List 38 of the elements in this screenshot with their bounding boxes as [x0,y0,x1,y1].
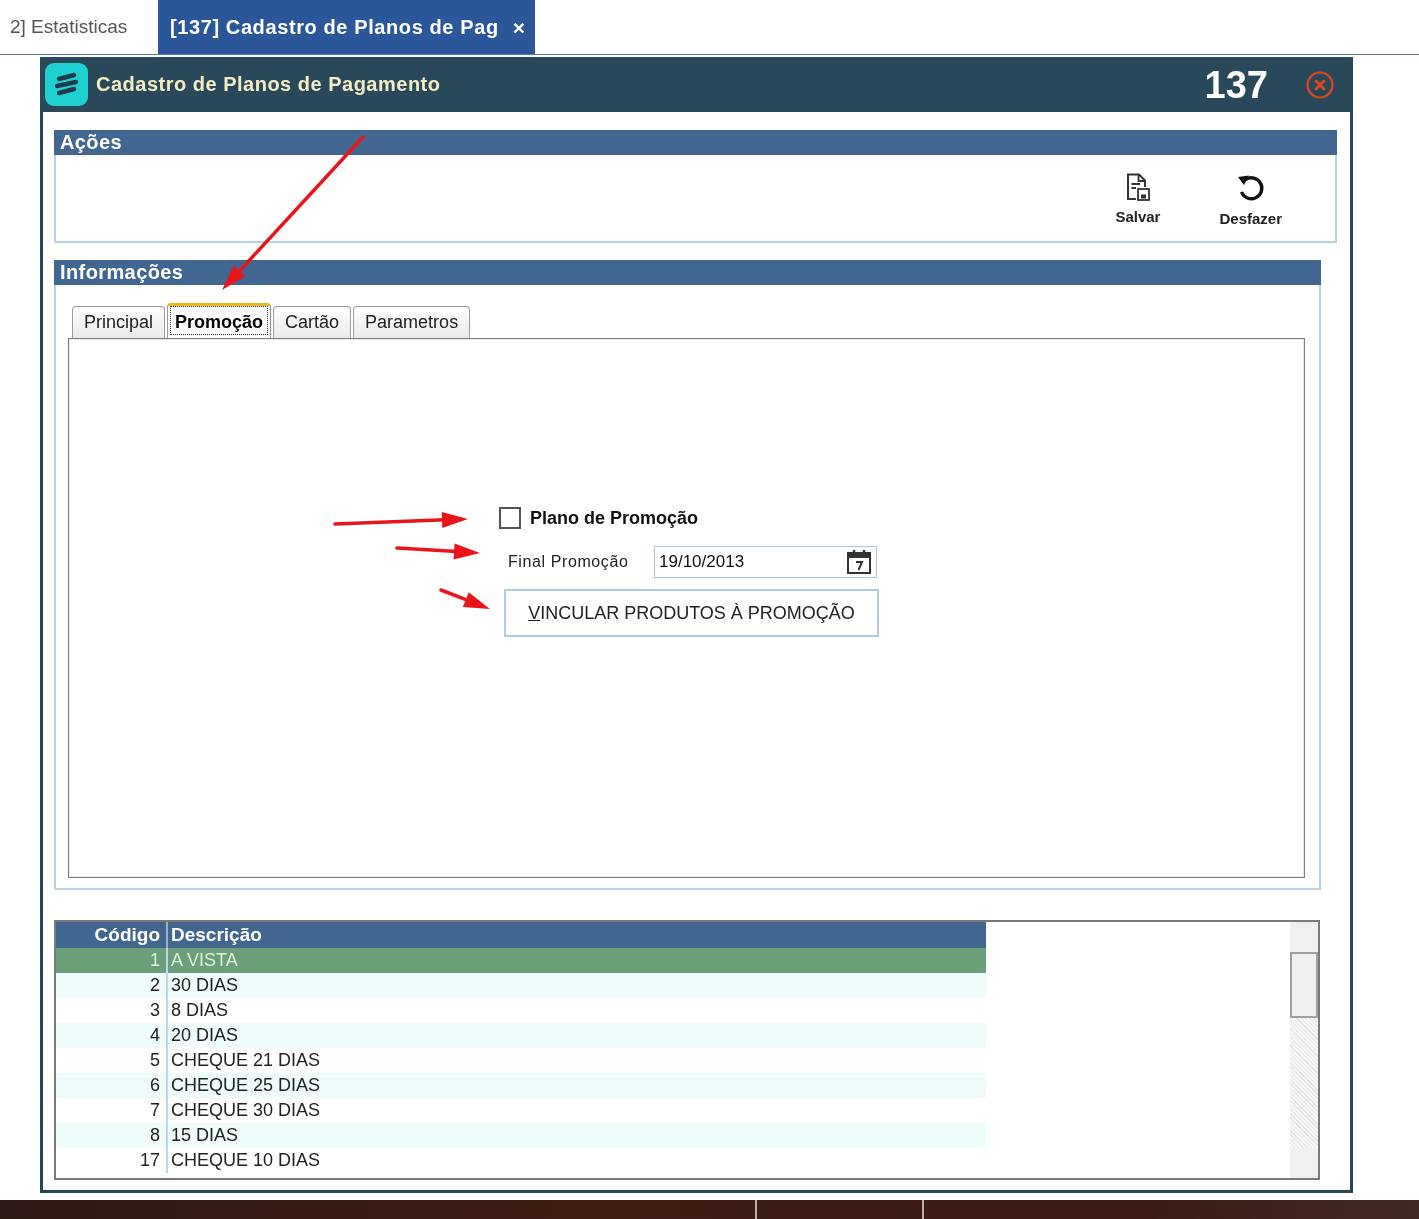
checkbox-label: Plano de Promoção [530,507,699,529]
close-tab-button[interactable]: × [512,16,525,38]
tab[interactable]: Principal [72,306,166,338]
record-number: 137 [1204,65,1268,104]
table-row[interactable]: 4 20 DIAS [56,1023,986,1048]
table-cell-text: 17 [138,1149,161,1172]
table-cell: CHEQUE 10 DIAS [166,1148,986,1173]
tab[interactable]: Promoção [167,303,272,338]
table-row[interactable]: 2 30 DIAS [56,973,986,998]
save-button[interactable]: Salvar [1107,173,1169,225]
scrollbar-thumb[interactable] [1290,952,1318,1018]
field-label: Final Promoção [508,553,630,571]
table-cell-text: 3 [149,999,161,1022]
calendar-icon[interactable] [846,549,872,575]
table-row[interactable]: 6 CHEQUE 25 DIAS [56,1073,986,1098]
undo-icon [1235,173,1266,203]
table-cell-text: 6 [149,1074,161,1097]
window-title: Cadastro de Planos de Pagamento [96,73,442,96]
checkbox[interactable] [499,507,521,529]
table-row[interactable]: 8 15 DIAS [56,1123,986,1148]
table-cell-text: 8 [149,1124,161,1147]
undo-button[interactable]: Desfazer [1211,173,1290,227]
column-header[interactable]: Código [56,922,166,948]
tab[interactable]: Parametros [353,306,471,338]
table-cell-text: 4 [149,1024,161,1047]
annotation-arrow [439,588,490,609]
table-cell-text: 2 [149,974,161,997]
date-field[interactable]: 19/10/2013 [654,546,877,578]
save-icon [1125,173,1150,201]
table-cell-text: 1 [149,949,161,972]
table-cell-text: 7 [149,1099,161,1122]
tab[interactable]: Cartão [273,306,352,338]
logo-icon [45,63,88,106]
table-cell-text: 5 [149,1049,161,1072]
section-header: Informações [54,260,1321,285]
section-header: Ações [54,130,1337,155]
document-tab[interactable]: [137] Cadastro de Planos de Pag × [158,0,535,54]
link-products-button[interactable]: VINCULAR PRODUTOS À PROMOÇÃO [504,589,879,637]
